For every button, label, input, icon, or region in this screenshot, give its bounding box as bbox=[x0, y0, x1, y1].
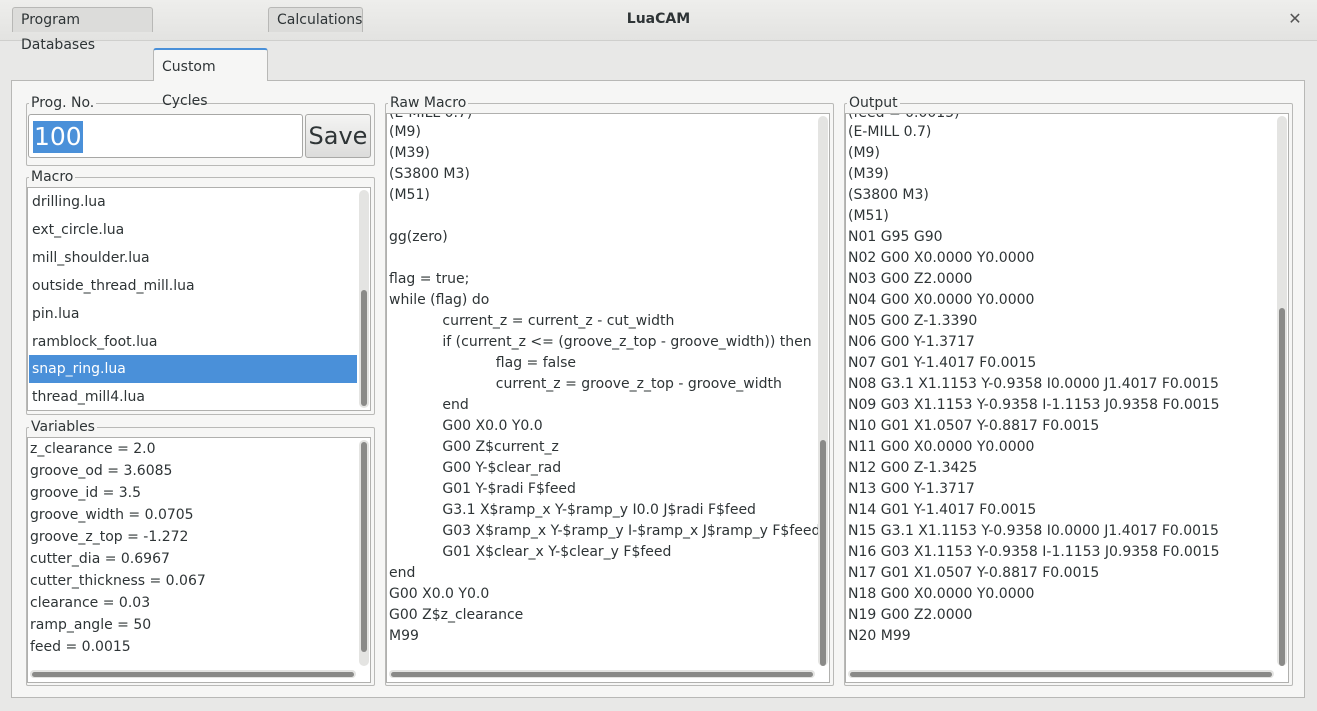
output-line: N14 G01 Y-1.4017 F0.0015 bbox=[848, 502, 1037, 518]
variable-line: feed = 0.0015 bbox=[30, 639, 131, 655]
variable-line: ramp_angle = 50 bbox=[30, 617, 152, 633]
output-line: N19 G00 Z2.0000 bbox=[848, 607, 973, 623]
raw-macro-line: G00 X0.0 Y0.0 bbox=[389, 586, 490, 602]
raw-macro-line: G3.1 X$ramp_x Y-$ramp_y I0.0 J$radi F$fe… bbox=[389, 502, 756, 518]
output-vscrollbar[interactable] bbox=[1277, 116, 1287, 666]
output-line: N08 G3.1 X1.1153 Y-0.9358 I0.0000 J1.401… bbox=[848, 376, 1219, 392]
output-textarea[interactable]: (feed = 0.0015) (E-MILL 0.7) (M9) (M39) (S3… bbox=[845, 113, 1289, 683]
output-line: (M9) bbox=[848, 145, 880, 161]
raw-macro-vscroll-thumb[interactable] bbox=[820, 440, 826, 666]
output-line: N06 G00 Y-1.3717 bbox=[848, 334, 975, 350]
output-line: N20 M99 bbox=[848, 628, 911, 644]
raw-macro-hscrollbar[interactable] bbox=[389, 670, 815, 678]
raw-macro-line: G03 X$ramp_x Y-$ramp_y I-$ramp_x J$ramp_… bbox=[389, 523, 821, 539]
output-line: N12 G00 Z-1.3425 bbox=[848, 460, 978, 476]
save-button[interactable]: Save bbox=[305, 114, 371, 158]
prog-no-value: 100 bbox=[33, 121, 83, 153]
variable-line: clearance = 0.03 bbox=[30, 595, 151, 611]
output-hscroll-thumb[interactable] bbox=[850, 672, 1272, 677]
output-vscroll-thumb[interactable] bbox=[1279, 308, 1285, 666]
list-item[interactable]: outside_thread_mill.lua bbox=[29, 272, 357, 300]
raw-macro-line: while (flag) do bbox=[389, 292, 490, 308]
output-line: N15 G3.1 X1.1153 Y-0.9358 I0.0000 J1.401… bbox=[848, 523, 1219, 539]
macro-vscroll-thumb[interactable] bbox=[361, 290, 367, 406]
list-item[interactable]: drilling.lua bbox=[29, 188, 357, 216]
list-item[interactable]: ext_circle.lua bbox=[29, 216, 357, 244]
list-item[interactable]: ramblock_foot.lua bbox=[29, 328, 357, 356]
output-line: (E-MILL 0.7) bbox=[848, 124, 932, 140]
variables-label: Variables bbox=[29, 419, 97, 435]
raw-macro-line: G00 Y-$clear_rad bbox=[389, 460, 562, 476]
prog-no-label: Prog. No. bbox=[29, 95, 97, 111]
prog-no-input[interactable]: 100 bbox=[28, 114, 303, 158]
raw-macro-line: end bbox=[389, 565, 416, 581]
variables-vscroll-thumb[interactable] bbox=[361, 442, 367, 652]
raw-macro-line: current_z = groove_z_top - groove_width bbox=[389, 376, 782, 392]
raw-macro-line: M99 bbox=[389, 628, 419, 644]
output-line: N10 G01 X1.0507 Y-0.8817 F0.0015 bbox=[848, 418, 1100, 434]
raw-macro-textarea[interactable]: (E-MILL 0.7) (M9) (M39) (S3800 M3) (M51) gg(… bbox=[386, 113, 830, 683]
raw-macro-line: flag = true; bbox=[389, 271, 470, 287]
raw-macro-line: flag = false bbox=[389, 355, 577, 371]
raw-macro-line: G00 Z$current_z bbox=[389, 439, 559, 455]
output-line: N02 G00 X0.0000 Y0.0000 bbox=[848, 250, 1035, 266]
variable-line: cutter_dia = 0.6967 bbox=[30, 551, 170, 567]
raw-macro-line: (M51) bbox=[389, 187, 430, 203]
output-line: N01 G95 G90 bbox=[848, 229, 943, 245]
output-label: Output bbox=[847, 95, 900, 111]
tab-program-databases[interactable]: Program Databases bbox=[12, 7, 153, 53]
tab-calculations[interactable]: Calculations bbox=[268, 7, 363, 32]
list-item-selected[interactable]: snap_ring.lua bbox=[29, 355, 357, 383]
raw-macro-vscrollbar[interactable] bbox=[818, 116, 828, 666]
variable-line: groove_id = 3.5 bbox=[30, 485, 142, 501]
output-line: (M51) bbox=[848, 208, 889, 224]
output-line: N03 G00 Z2.0000 bbox=[848, 271, 973, 287]
tab-custom-cycles[interactable]: Custom Cycles bbox=[153, 48, 268, 109]
title-bar: LuaCAM ✕ bbox=[0, 0, 1317, 41]
raw-macro-line: (M9) bbox=[389, 124, 421, 140]
variable-line: groove_od = 3.6085 bbox=[30, 463, 173, 479]
raw-macro-line: G00 X0.0 Y0.0 bbox=[389, 418, 543, 434]
output-line: N11 G00 X0.0000 Y0.0000 bbox=[848, 439, 1035, 455]
list-item[interactable]: pin.lua bbox=[29, 300, 357, 328]
macro-label: Macro bbox=[29, 169, 76, 185]
list-item[interactable]: thread_mill4.lua bbox=[29, 383, 357, 410]
raw-macro-line: current_z = current_z - cut_width bbox=[389, 313, 675, 329]
output-line: (S3800 M3) bbox=[848, 187, 929, 203]
output-line: N09 G03 X1.1153 Y-0.9358 I-1.1153 J0.935… bbox=[848, 397, 1220, 413]
variable-line: cutter_thickness = 0.067 bbox=[30, 573, 206, 589]
raw-macro-line: G01 X$clear_x Y-$clear_y F$feed bbox=[389, 544, 672, 560]
variable-line: groove_width = 0.0705 bbox=[30, 507, 194, 523]
variable-line: z_clearance = 2.0 bbox=[30, 441, 156, 457]
raw-macro-label: Raw Macro bbox=[388, 95, 469, 111]
output-line: N16 G03 X1.1153 Y-0.9358 I-1.1153 J0.935… bbox=[848, 544, 1220, 560]
raw-macro-line: (S3800 M3) bbox=[389, 166, 470, 182]
output-line: (M39) bbox=[848, 166, 889, 182]
variables-hscrollbar[interactable] bbox=[30, 670, 356, 678]
window-title: LuaCAM bbox=[626, 11, 691, 27]
variables-textarea[interactable]: z_clearance = 2.0 groove_od = 3.6085 gro… bbox=[27, 437, 371, 683]
output-line: N17 G01 X1.0507 Y-0.8817 F0.0015 bbox=[848, 565, 1100, 581]
output-line: N13 G00 Y-1.3717 bbox=[848, 481, 975, 497]
variable-line: groove_z_top = -1.272 bbox=[30, 529, 189, 545]
output-line: N07 G01 Y-1.4017 F0.0015 bbox=[848, 355, 1037, 371]
raw-macro-line: G01 Y-$radi F$feed bbox=[389, 481, 576, 497]
variables-hscroll-thumb[interactable] bbox=[32, 672, 354, 677]
close-icon[interactable]: ✕ bbox=[1285, 9, 1305, 29]
raw-macro-line: if (current_z <= (groove_z_top - groove_… bbox=[389, 334, 812, 350]
variables-vscrollbar[interactable] bbox=[359, 440, 369, 666]
raw-macro-line: (M39) bbox=[389, 145, 430, 161]
output-line: N18 G00 X0.0000 Y0.0000 bbox=[848, 586, 1035, 602]
raw-macro-line: gg(zero) bbox=[389, 229, 448, 245]
list-item[interactable]: mill_shoulder.lua bbox=[29, 244, 357, 272]
raw-macro-line: end bbox=[389, 397, 469, 413]
output-line: N04 G00 X0.0000 Y0.0000 bbox=[848, 292, 1035, 308]
raw-macro-hscroll-thumb[interactable] bbox=[391, 672, 813, 677]
macro-vscrollbar[interactable] bbox=[359, 190, 369, 408]
output-line: N05 G00 Z-1.3390 bbox=[848, 313, 978, 329]
output-hscrollbar[interactable] bbox=[848, 670, 1274, 678]
macro-list[interactable]: drilling.lua ext_circle.lua mill_shoulde… bbox=[27, 187, 371, 411]
raw-macro-line: G00 Z$z_clearance bbox=[389, 607, 524, 623]
